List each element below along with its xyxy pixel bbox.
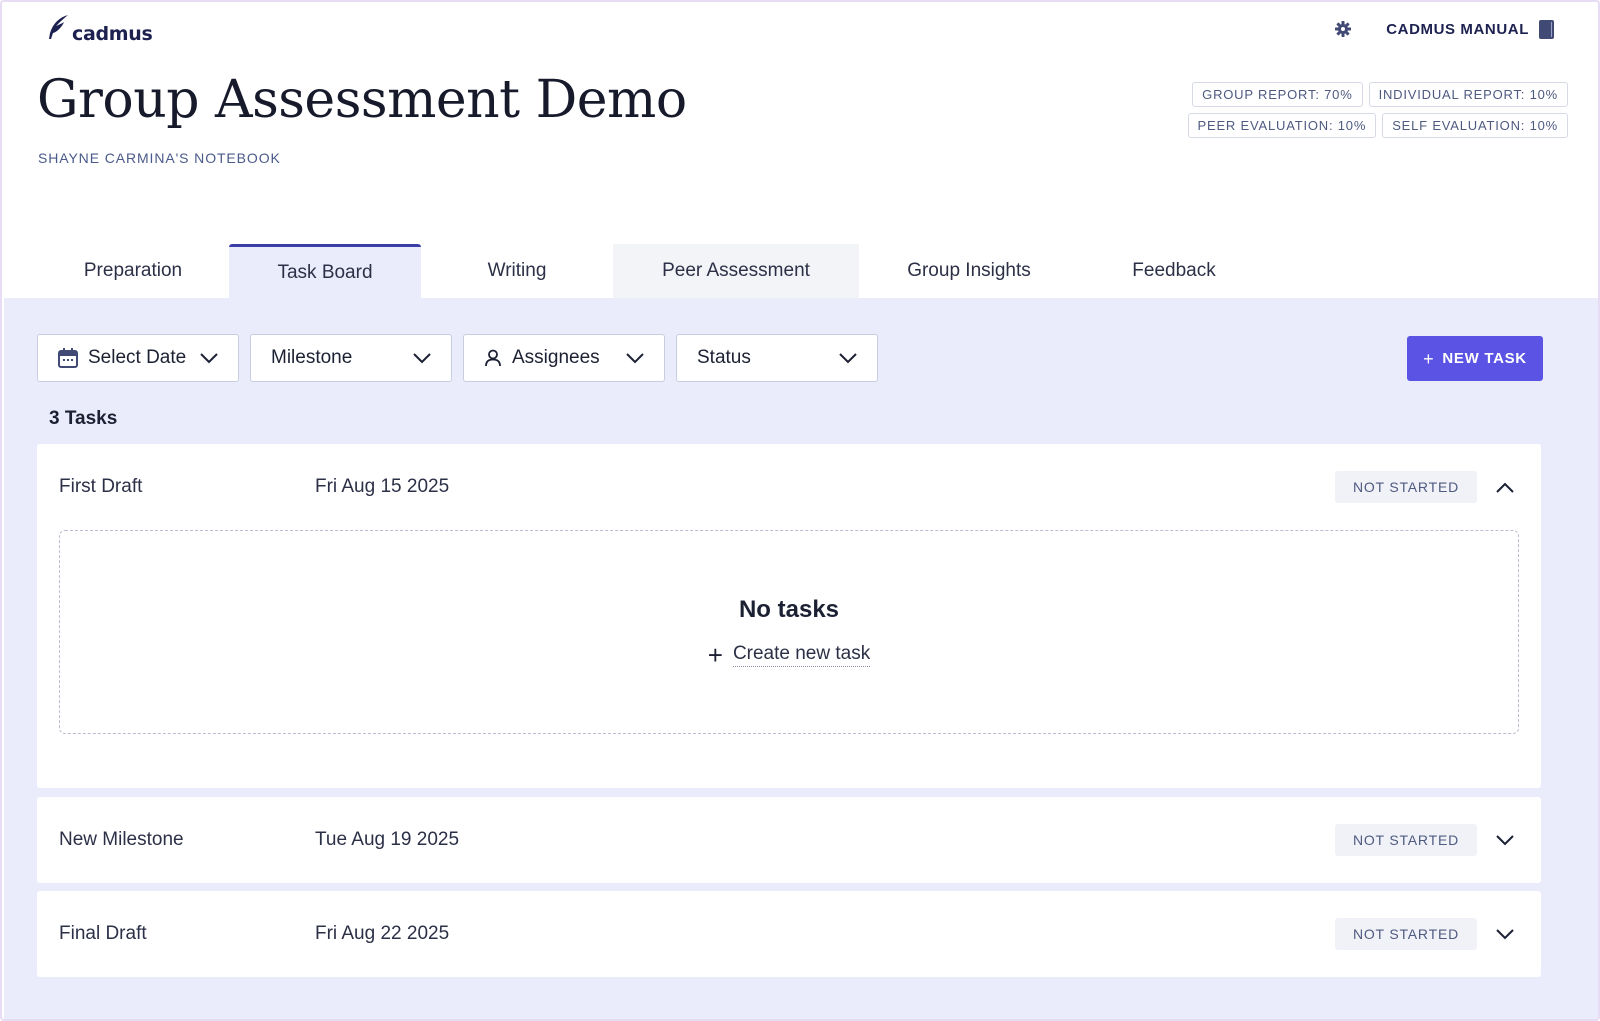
- milestone-card: First Draft Fri Aug 15 2025 NOT STARTED …: [37, 444, 1541, 788]
- person-icon: [484, 349, 502, 367]
- plus-icon: +: [707, 640, 723, 670]
- tab-preparation[interactable]: Preparation: [37, 244, 229, 298]
- milestone-filter-dropdown[interactable]: Milestone: [250, 334, 452, 382]
- assignees-filter-dropdown[interactable]: Assignees: [463, 334, 665, 382]
- cadmus-logo[interactable]: cadmus: [46, 14, 153, 45]
- status-badge: NOT STARTED: [1334, 918, 1477, 950]
- logo-text: cadmus: [72, 23, 153, 45]
- date-filter-dropdown[interactable]: Select Date: [37, 334, 239, 382]
- app-window: cadmus CADMUS MANUAL Group Assessment De…: [0, 0, 1600, 1021]
- milestone-filter-label: Milestone: [271, 347, 353, 368]
- tab-feedback[interactable]: Feedback: [1079, 244, 1269, 298]
- cadmus-manual-link[interactable]: CADMUS MANUAL: [1386, 19, 1554, 39]
- milestone-date: Tue Aug 19 2025: [315, 829, 460, 850]
- empty-tasks-panel: No tasks + Create new task: [59, 530, 1519, 734]
- empty-title: No tasks: [738, 596, 840, 623]
- chevron-down-icon: [839, 352, 857, 364]
- milestone-name: New Milestone: [59, 829, 184, 850]
- new-task-button[interactable]: + NEW TASK: [1407, 336, 1543, 381]
- milestone-name: Final Draft: [59, 923, 147, 944]
- tab-peer-assessment[interactable]: Peer Assessment: [613, 244, 859, 298]
- chevron-down-icon[interactable]: [1491, 920, 1519, 948]
- notebook-owner: SHAYNE CARMINA'S NOTEBOOK: [38, 150, 281, 166]
- new-task-label: NEW TASK: [1442, 350, 1527, 367]
- assignees-filter-label: Assignees: [512, 347, 600, 368]
- top-right-toolbar: CADMUS MANUAL: [1332, 18, 1554, 40]
- tab-group-insights[interactable]: Group Insights: [859, 244, 1079, 298]
- gear-icon[interactable]: [1332, 18, 1354, 40]
- chevron-down-icon[interactable]: [1491, 826, 1519, 854]
- milestone-header[interactable]: Final Draft Fri Aug 22 2025 NOT STARTED: [37, 891, 1541, 977]
- weight-badge-self-evaluation: SELF EVALUATION: 10%: [1382, 113, 1568, 138]
- tab-task-board[interactable]: Task Board: [229, 244, 421, 298]
- task-count: 3 Tasks: [49, 408, 118, 429]
- manual-label: CADMUS MANUAL: [1386, 20, 1529, 38]
- status-filter-label: Status: [697, 347, 751, 368]
- book-icon: [1539, 19, 1554, 39]
- date-filter-label: Select Date: [88, 347, 187, 368]
- status-filter-dropdown[interactable]: Status: [676, 334, 878, 382]
- chevron-down-icon: [413, 352, 431, 364]
- milestone-date: Fri Aug 15 2025: [315, 476, 450, 497]
- milestone-name: First Draft: [59, 476, 143, 497]
- milestone-card: Final Draft Fri Aug 22 2025 NOT STARTED: [37, 891, 1541, 977]
- tab-writing[interactable]: Writing: [421, 244, 613, 298]
- page-title: Group Assessment Demo: [37, 70, 687, 130]
- create-new-task-label: Create new task: [732, 643, 871, 667]
- chevron-down-icon: [200, 352, 218, 364]
- assessment-weights: GROUP REPORT: 70% INDIVIDUAL REPORT: 10%…: [1187, 82, 1568, 138]
- weight-badge-group-report: GROUP REPORT: 70%: [1192, 82, 1363, 107]
- task-board: Select Date Milestone Assignees Status +…: [4, 298, 1598, 1019]
- milestone-header[interactable]: First Draft Fri Aug 15 2025 NOT STARTED: [37, 444, 1541, 530]
- milestone-header[interactable]: New Milestone Tue Aug 19 2025 NOT STARTE…: [37, 797, 1541, 883]
- create-new-task-link[interactable]: + Create new task: [707, 640, 871, 670]
- chevron-down-icon: [626, 352, 644, 364]
- calendar-icon: [58, 348, 78, 368]
- milestone-card: New Milestone Tue Aug 19 2025 NOT STARTE…: [37, 797, 1541, 883]
- milestone-date: Fri Aug 22 2025: [315, 923, 450, 944]
- plus-icon: +: [1423, 348, 1435, 369]
- filter-bar: Select Date Milestone Assignees Status: [37, 334, 878, 382]
- tab-bar: Preparation Task Board Writing Peer Asse…: [37, 244, 1269, 298]
- weight-badge-individual-report: INDIVIDUAL REPORT: 10%: [1368, 82, 1568, 107]
- weight-badge-peer-evaluation: PEER EVALUATION: 10%: [1187, 113, 1377, 138]
- quill-icon: [46, 14, 70, 45]
- status-badge: NOT STARTED: [1334, 471, 1477, 503]
- status-badge: NOT STARTED: [1334, 824, 1477, 856]
- chevron-up-icon[interactable]: [1491, 473, 1519, 501]
